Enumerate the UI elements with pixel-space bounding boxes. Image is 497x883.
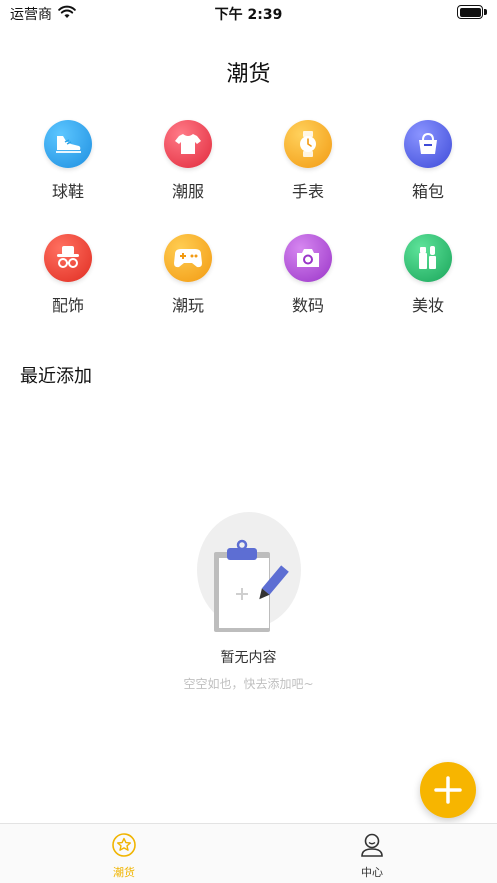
plus-icon [434,776,462,804]
category-sneakers[interactable]: 球鞋 [28,120,108,210]
category-label: 数码 [291,296,324,315]
empty-subtitle: 空空如也，快去添加吧~ [183,677,314,691]
tab-label: 中心 [361,866,383,879]
hat-glasses-icon [44,234,92,282]
camera-icon [284,234,332,282]
category-label: 箱包 [411,182,444,201]
tab-bar: 潮货 中心 [0,823,497,883]
category-label: 配饰 [51,296,84,315]
recent-section-title: 最近添加 [20,366,92,387]
category-apparel[interactable]: 潮服 [148,120,228,210]
tab-home[interactable]: 潮货 [64,832,184,880]
add-button[interactable] [420,762,476,818]
category-toys[interactable]: 潮玩 [148,234,228,324]
tab-center[interactable]: 中心 [312,832,432,880]
user-icon [361,833,383,857]
category-bags[interactable]: 箱包 [388,120,468,210]
star-icon [112,833,136,857]
gamepad-icon [164,234,212,282]
category-label: 潮玩 [171,296,204,315]
app-screen: 运营商 下午 2:39 潮货 球鞋 潮服 手表 箱包 配饰 潮玩 数码 美妆 最… [0,0,497,883]
category-digital[interactable]: 数码 [268,234,348,324]
category-label: 手表 [291,182,324,201]
sneaker-icon [44,120,92,168]
cosmetics-icon [404,234,452,282]
clipboard-illustration [189,512,309,642]
battery-icon [457,5,487,19]
status-bar: 运营商 下午 2:39 [0,0,497,26]
category-cosmetics[interactable]: 美妆 [388,234,468,324]
tshirt-icon [164,120,212,168]
empty-title: 暂无内容 [220,650,277,666]
page-title: 潮货 [226,62,271,87]
category-label: 球鞋 [51,182,84,201]
category-watches[interactable]: 手表 [268,120,348,210]
watch-icon [284,120,332,168]
empty-state [0,512,497,642]
bag-icon [404,120,452,168]
tab-label: 潮货 [113,866,135,879]
category-label: 美妆 [411,296,444,315]
status-time: 下午 2:39 [214,7,283,23]
category-accessories[interactable]: 配饰 [28,234,108,324]
category-label: 潮服 [171,182,204,201]
